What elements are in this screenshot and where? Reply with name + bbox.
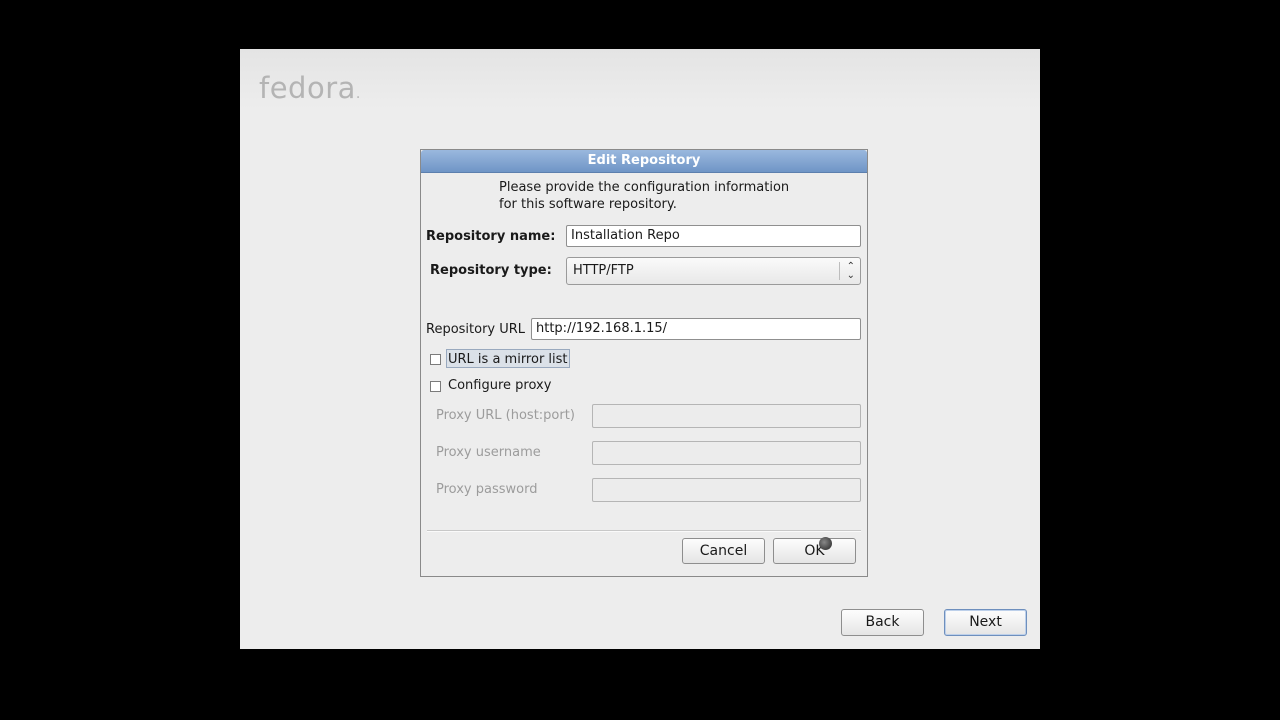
proxy-password-input [592,478,861,502]
proxy-url-input [592,404,861,428]
dialog-title: Edit Repository [421,150,867,173]
mirror-list-label[interactable]: URL is a mirror list [446,349,570,368]
mirror-list-checkbox[interactable] [430,354,441,365]
repo-type-value: HTTP/FTP [573,263,634,278]
back-button[interactable]: Back [841,609,924,636]
edit-repository-dialog: Edit Repository Please provide the confi… [420,149,868,577]
fedora-logo: fedora. [259,71,361,105]
next-button[interactable]: Next [944,609,1027,636]
dialog-separator [427,530,861,532]
dialog-intro: Please provide the configuration informa… [499,179,819,213]
proxy-username-input [592,441,861,465]
configure-proxy-checkbox[interactable] [430,381,441,392]
repo-name-label: Repository name: [426,229,556,244]
proxy-username-label: Proxy username [436,445,541,460]
repo-url-input[interactable]: http://192.168.1.15/ [531,318,861,340]
repo-type-label: Repository type: [430,263,552,278]
repo-type-select[interactable]: HTTP/FTP ⌃ ⌄ [566,257,861,285]
intro-line-2: for this software repository. [499,197,677,212]
repo-name-input[interactable]: Installation Repo [566,225,861,247]
proxy-password-label: Proxy password [436,482,538,497]
repo-url-label: Repository URL [426,322,526,337]
busy-cursor-icon [819,537,832,550]
up-down-chevron-icon: ⌃ ⌄ [846,261,855,281]
ok-button[interactable]: OK [773,538,856,564]
logo-mark: . [355,86,361,102]
cancel-button[interactable]: Cancel [682,538,765,564]
configure-proxy-label[interactable]: Configure proxy [448,378,551,393]
combo-separator [839,262,840,280]
proxy-url-label: Proxy URL (host:port) [436,408,575,423]
logo-text: fedora [259,71,356,105]
intro-line-1: Please provide the configuration informa… [499,180,790,195]
installer-screen: fedora. Edit Repository Please provide t… [240,49,1040,649]
